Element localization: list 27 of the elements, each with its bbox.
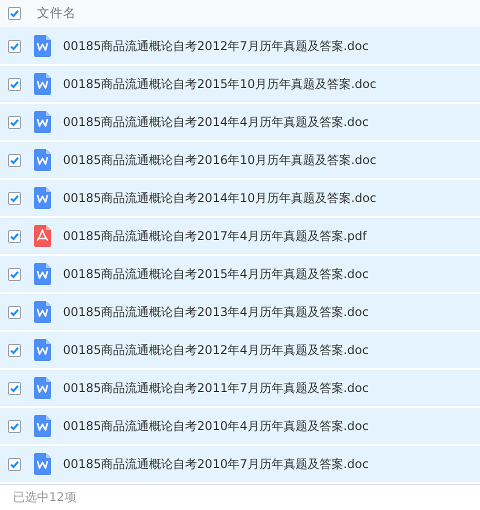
checkbox[interactable] — [8, 344, 21, 356]
checkbox[interactable] — [8, 154, 21, 166]
checkbox[interactable] — [8, 268, 21, 280]
checkbox[interactable] — [8, 382, 21, 394]
word-document-icon — [34, 453, 51, 475]
checkbox[interactable] — [8, 192, 21, 204]
word-document-icon — [34, 415, 51, 437]
word-document-icon — [34, 187, 51, 209]
word-document-icon — [34, 73, 51, 95]
word-document-icon — [34, 339, 51, 361]
checkbox[interactable] — [8, 306, 21, 318]
word-document-icon — [34, 35, 51, 57]
column-header[interactable]: 文件名 — [37, 5, 76, 22]
checkbox[interactable] — [8, 40, 21, 52]
word-document-icon — [34, 149, 51, 171]
checkbox[interactable] — [8, 78, 21, 90]
checkbox[interactable] — [8, 420, 21, 432]
checkbox[interactable] — [8, 458, 21, 470]
checkbox[interactable] — [8, 116, 21, 128]
checkbox[interactable] — [8, 7, 21, 20]
checkbox[interactable] — [8, 230, 21, 242]
status-bar: 已选中12项 — [0, 484, 480, 510]
pdf-document-icon — [34, 225, 51, 247]
word-document-icon — [34, 377, 51, 399]
word-document-icon — [34, 111, 51, 133]
word-document-icon — [34, 263, 51, 285]
word-document-icon — [34, 301, 51, 323]
